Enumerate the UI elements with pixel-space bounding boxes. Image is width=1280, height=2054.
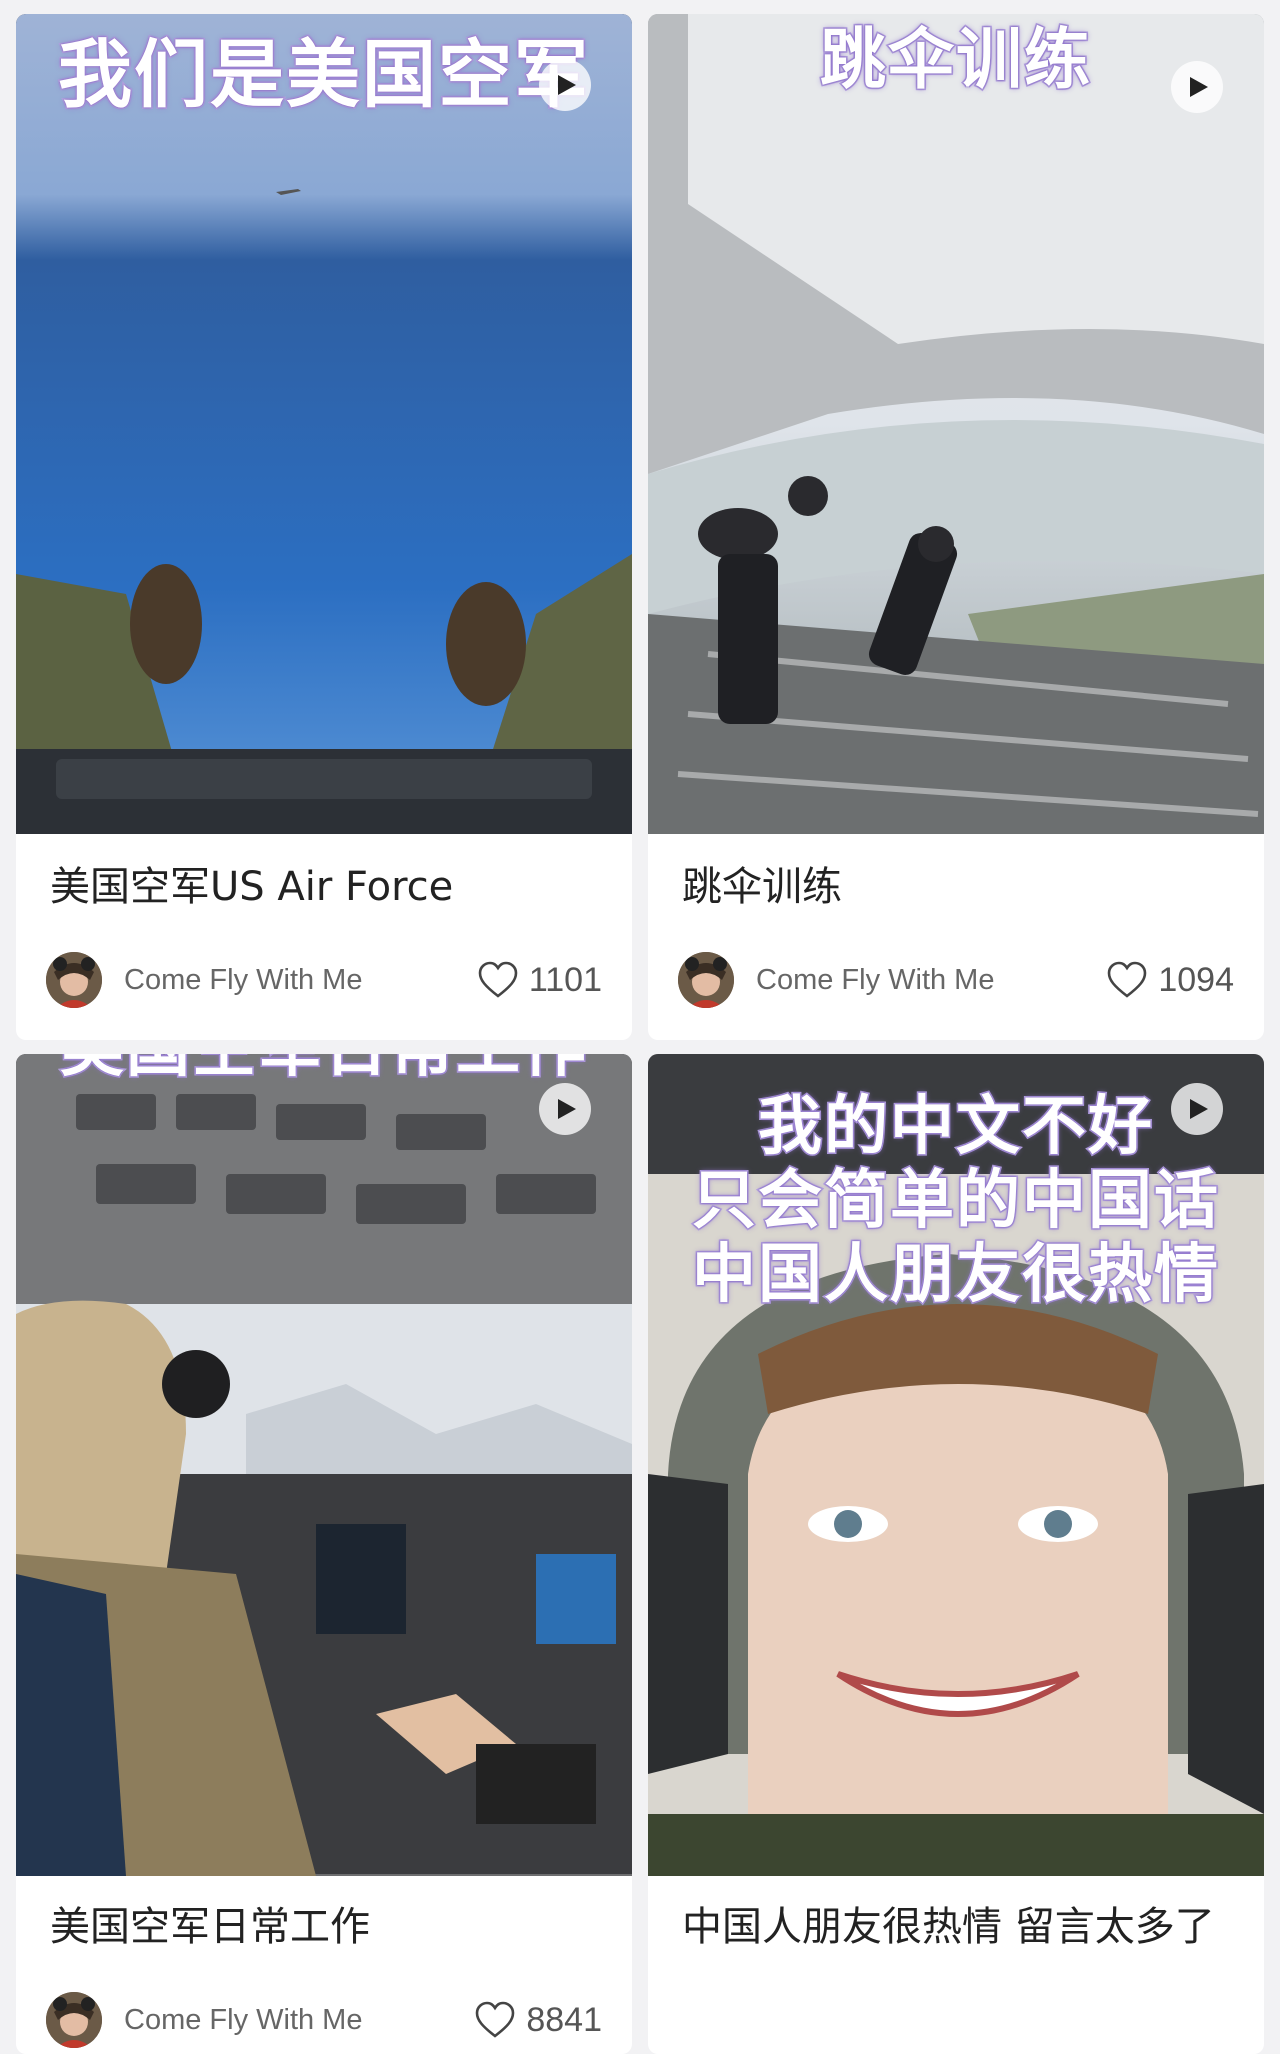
like-count[interactable]: 8841 (474, 2001, 602, 2040)
author-name[interactable]: Come Fly With Me (124, 2004, 474, 2037)
video-title[interactable]: 美国空军US Air Force (50, 854, 602, 920)
play-button[interactable] (1171, 61, 1223, 113)
video-overlay-caption: 美国空军日常工作 (16, 1054, 632, 1088)
play-icon (1190, 1099, 1208, 1119)
play-button[interactable] (539, 1083, 591, 1135)
video-meta: Come Fly With Me 1101 (46, 950, 602, 1010)
like-count-value: 8841 (526, 2000, 602, 2039)
author-name[interactable]: Come Fly With Me (756, 964, 1106, 997)
video-thumbnail[interactable]: 跳伞训练 (648, 14, 1264, 834)
author-avatar[interactable] (678, 952, 734, 1008)
thumbnail-skydiving-image (648, 14, 1264, 834)
video-card[interactable]: 我们是美国空军 美国空军US Air Force Come Fly With M… (16, 14, 632, 1040)
heart-icon (478, 961, 518, 998)
video-meta: Come Fly With Me 8841 (46, 1990, 602, 2050)
video-card[interactable]: 美国空军日常工作 美国空军日常工作 Come Fly With Me (16, 1054, 632, 2054)
play-icon (558, 75, 576, 95)
video-thumbnail[interactable]: 美国空军日常工作 (16, 1054, 632, 1876)
video-meta: Come Fly With Me 1094 (678, 950, 1234, 1010)
overlay-line: 我们是美国空军 (57, 31, 590, 120)
video-overlay-caption: 我们是美国空军 (16, 31, 632, 120)
like-count-value: 1094 (1158, 960, 1234, 999)
like-count[interactable]: 1094 (1106, 961, 1234, 1000)
play-icon (558, 1099, 576, 1119)
avatar-image (46, 1992, 102, 2048)
like-count-value: 1101 (528, 960, 602, 999)
play-button[interactable] (1171, 1083, 1223, 1135)
overlay-line: 只会简单的中国话 (691, 1163, 1220, 1240)
like-count[interactable]: 1101 (477, 961, 602, 1000)
author-avatar[interactable] (46, 1992, 102, 2048)
heart-icon (1108, 961, 1147, 998)
overlay-line: 美国空军日常工作 (16, 1054, 632, 1088)
overlay-line: 中国人朋友很热情 (691, 1237, 1220, 1314)
author-name[interactable]: Come Fly With Me (124, 964, 477, 997)
avatar-image (46, 952, 102, 1008)
video-title[interactable]: 跳伞训练 (682, 854, 1234, 920)
play-button[interactable] (539, 59, 591, 111)
video-thumbnail[interactable]: 我的中文不好 只会简单的中国话 中国人朋友很热情 (648, 1054, 1264, 1876)
video-title[interactable]: 中国人朋友很热情 留言太多了 (682, 1894, 1234, 1960)
video-overlay-caption: 我的中文不好 只会简单的中国话 中国人朋友很热情 (648, 1089, 1264, 1314)
thumbnail-ocean-image (16, 14, 632, 834)
author-avatar[interactable] (46, 952, 102, 1008)
avatar-image (678, 952, 734, 1008)
video-thumbnail[interactable]: 我们是美国空军 (16, 14, 632, 834)
video-card[interactable]: 我的中文不好 只会简单的中国话 中国人朋友很热情 中国人朋友很热情 留言太多了 (648, 1054, 1264, 2054)
video-card[interactable]: 跳伞训练 跳伞训练 Come Fly With Me 1094 (648, 14, 1264, 1040)
thumbnail-cockpit-image (16, 1054, 632, 1876)
video-title[interactable]: 美国空军日常工作 (50, 1894, 602, 1960)
play-icon (1190, 77, 1208, 97)
heart-icon (476, 2001, 515, 2038)
video-feed-grid: 我们是美国空军 美国空军US Air Force Come Fly With M… (0, 0, 1280, 2054)
